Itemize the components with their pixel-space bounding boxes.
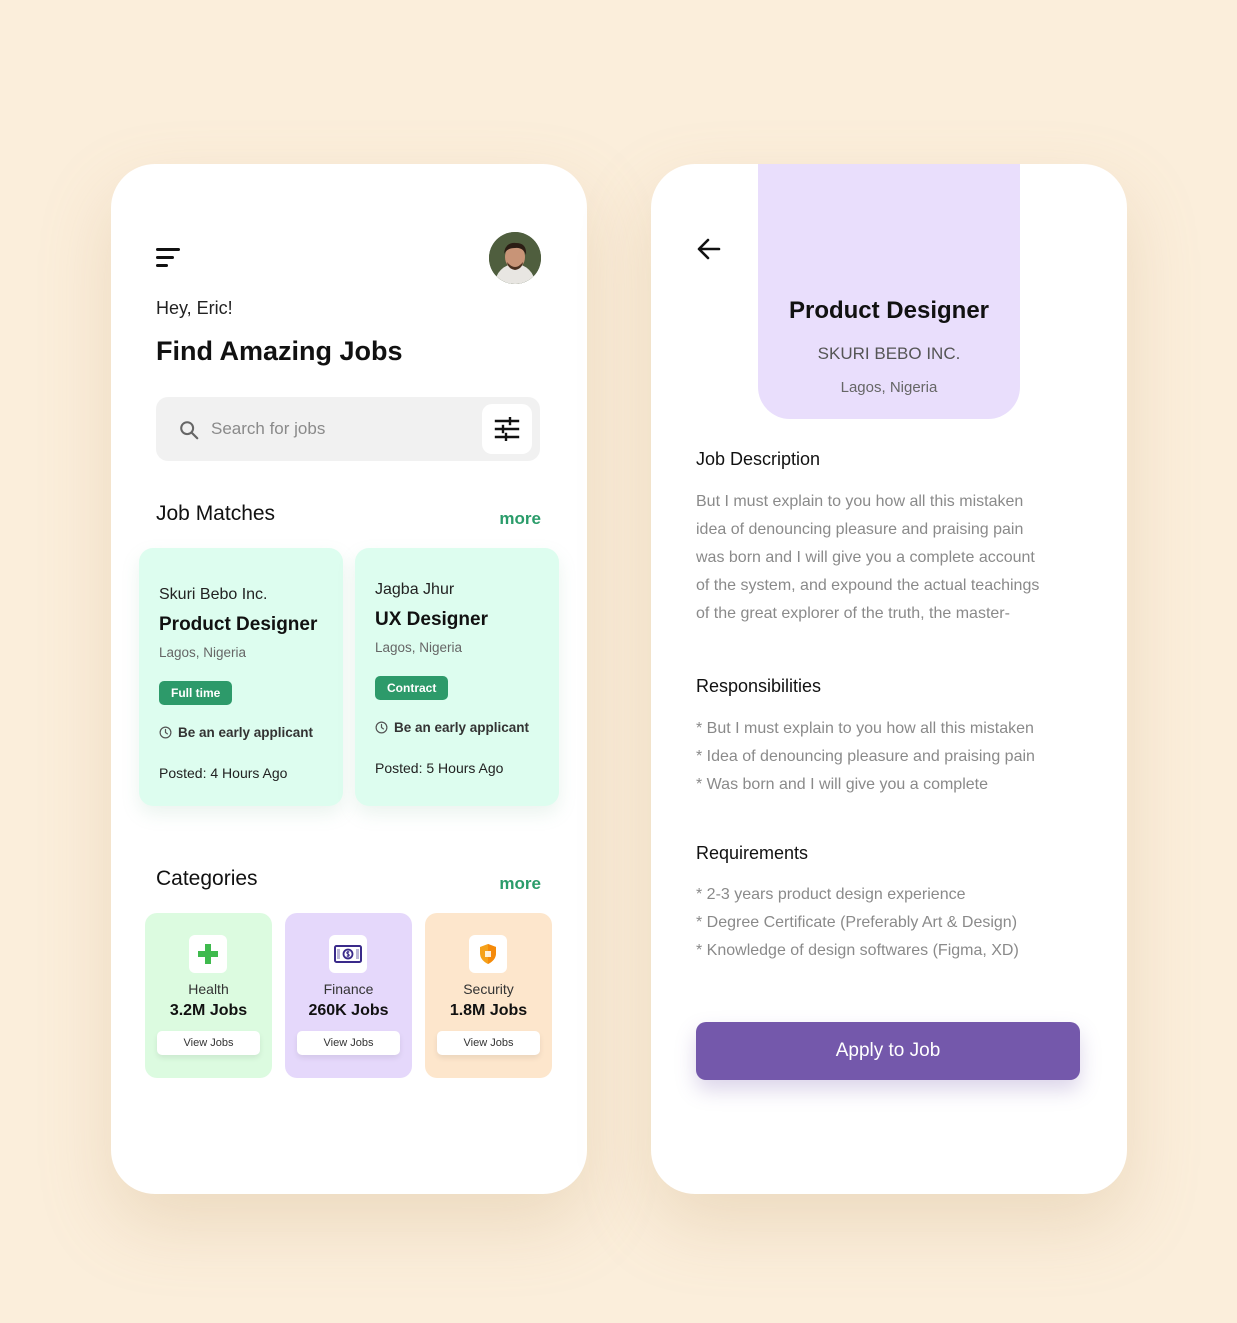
view-jobs-button[interactable]: View Jobs <box>157 1031 260 1055</box>
job-posted-time: Posted: 5 Hours Ago <box>375 760 504 776</box>
responsibilities-title: Responsibilities <box>696 676 822 696</box>
search-icon <box>180 421 199 440</box>
view-jobs-button[interactable]: View Jobs <box>437 1031 540 1055</box>
plus-icon <box>189 935 227 973</box>
categories-title: Categories <box>156 867 258 890</box>
list-item: * Degree Certificate (Preferably Art & D… <box>696 914 1018 931</box>
responsibilities-list: * But I must explain to you how all this… <box>696 715 1035 799</box>
description-line: But I must explain to you how all this m… <box>696 493 1024 510</box>
clock-icon <box>375 721 388 734</box>
category-card-health[interactable]: Health 3.2M Jobs View Jobs <box>145 913 272 1078</box>
shield-icon <box>469 935 507 973</box>
job-type-badge: Full time <box>159 681 233 705</box>
money-icon <box>329 935 367 973</box>
greeting-text: Hey, Eric! <box>156 298 233 318</box>
description-line: idea of denouncing pleasure and praising… <box>696 521 1024 538</box>
categories-more-link[interactable]: more <box>499 874 541 894</box>
category-job-count: 3.2M Jobs <box>169 1002 248 1019</box>
user-avatar[interactable] <box>489 232 541 284</box>
job-location: Lagos, Nigeria <box>159 645 247 660</box>
back-arrow-icon[interactable] <box>695 236 723 262</box>
description-line: of the system, and expound the actual te… <box>696 577 1040 594</box>
job-type-badge: Contract <box>375 676 449 700</box>
category-card-finance[interactable]: Finance 260K Jobs View Jobs <box>285 913 412 1078</box>
list-item: * But I must explain to you how all this… <box>696 720 1034 737</box>
job-detail-screen: Product Designer SKURI BEBO INC. Lagos, … <box>651 164 1127 1194</box>
requirements-title: Requirements <box>696 843 809 863</box>
company-name: SKURI BEBO INC. <box>817 344 961 363</box>
list-item: * Idea of denouncing pleasure and praisi… <box>696 748 1035 765</box>
job-role: Product Designer <box>159 614 318 635</box>
job-role: UX Designer <box>375 609 488 630</box>
job-header-card: Product Designer SKURI BEBO INC. Lagos, … <box>758 164 1020 419</box>
view-jobs-button[interactable]: View Jobs <box>297 1031 400 1055</box>
page-title: Find Amazing Jobs <box>156 336 403 366</box>
job-card[interactable]: Skuri Bebo Inc. Product Designer Lagos, … <box>139 548 343 806</box>
category-job-count: 1.8M Jobs <box>449 1002 528 1019</box>
job-description-title: Job Description <box>696 449 821 469</box>
job-matches-more-link[interactable]: more <box>499 509 541 529</box>
requirements-list: * 2-3 years product design experience * … <box>696 881 1019 965</box>
job-company: Skuri Bebo Inc. <box>159 586 268 603</box>
hamburger-menu-icon[interactable] <box>156 246 182 270</box>
sliders-icon <box>494 417 520 441</box>
list-item: * 2-3 years product design experience <box>696 886 966 903</box>
job-title: Product Designer <box>788 297 990 324</box>
home-screen: Hey, Eric! Find Amazing Jobs Job Matches… <box>111 164 587 1194</box>
search-input[interactable] <box>211 409 471 449</box>
job-location: Lagos, Nigeria <box>375 640 463 655</box>
category-job-count: 260K Jobs <box>308 1002 389 1019</box>
filter-button[interactable] <box>482 404 532 454</box>
category-name: Finance <box>323 981 374 997</box>
search-bar <box>156 397 540 461</box>
category-name: Security <box>463 981 514 997</box>
list-item: * Knowledge of design softwares (Figma, … <box>696 942 1019 959</box>
early-applicant-note: Be an early applicant <box>159 725 313 740</box>
category-card-security[interactable]: Security 1.8M Jobs View Jobs <box>425 913 552 1078</box>
job-description-text: But I must explain to you how all this m… <box>696 488 1086 628</box>
list-item: * Was born and I will give you a complet… <box>696 776 988 793</box>
job-matches-title: Job Matches <box>156 502 276 525</box>
job-card[interactable]: Jagba Jhur UX Designer Lagos, Nigeria Co… <box>355 548 559 806</box>
description-line: of the great explorer of the truth, the … <box>696 605 1010 622</box>
clock-icon <box>159 726 172 739</box>
job-posted-time: Posted: 4 Hours Ago <box>159 765 288 781</box>
early-applicant-text: Be an early applicant <box>394 720 530 735</box>
early-applicant-text: Be an early applicant <box>178 725 314 740</box>
description-line: was born and I will give you a complete … <box>696 549 1035 566</box>
early-applicant-note: Be an early applicant <box>375 720 529 735</box>
category-name: Health <box>188 981 229 997</box>
job-company: Jagba Jhur <box>375 581 455 598</box>
job-location: Lagos, Nigeria <box>840 379 938 396</box>
apply-button[interactable]: Apply to Job <box>696 1022 1080 1080</box>
